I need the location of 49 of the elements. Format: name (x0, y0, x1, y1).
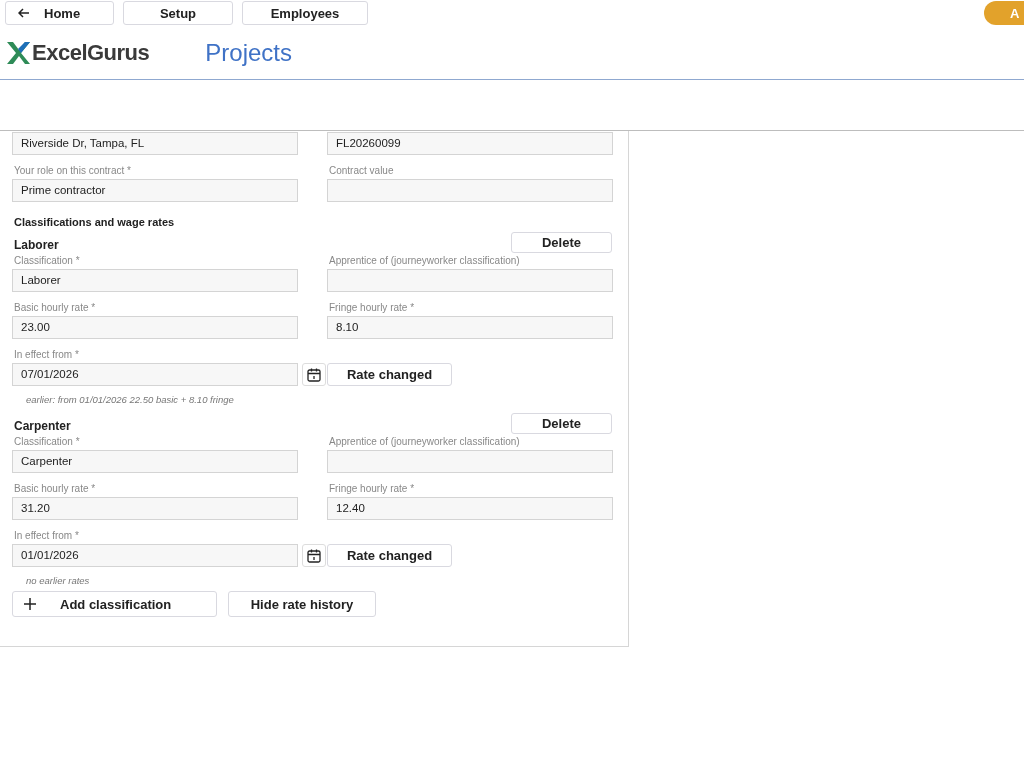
classification-name: Carpenter (14, 419, 71, 433)
input-field[interactable] (327, 269, 613, 292)
brand-name: ExcelGurus (32, 40, 150, 66)
nav-button[interactable]: Home (5, 1, 114, 25)
nav-button[interactable]: Setup (123, 1, 233, 25)
field-label: Classification * (14, 436, 81, 448)
plus-icon (24, 598, 36, 610)
logo-icon (5, 40, 31, 66)
field-label: Contract value (329, 165, 395, 177)
rate-changed-button[interactable]: Rate changed (327, 544, 452, 567)
date-field[interactable]: 01/01/2026 (12, 544, 298, 567)
delete-button[interactable]: Delete (511, 412, 612, 434)
input-field[interactable]: 8.10 (327, 316, 613, 339)
rate-history-note: earlier: from 01/01/2026 22.50 basic + 8.10 fringe (26, 394, 235, 406)
input-field[interactable]: 23.00 (12, 316, 298, 339)
nav-button[interactable]: Employees (242, 1, 368, 25)
input-field[interactable]: 31.20 (12, 497, 298, 520)
hide-history-button[interactable]: Hide rate history (228, 591, 376, 617)
calendar-icon (306, 547, 322, 564)
field-label: Basic hourly rate * (14, 483, 97, 495)
delete-button[interactable]: Delete (511, 231, 612, 253)
add-classification-button[interactable]: Add classification (12, 591, 217, 617)
back-arrow-icon (18, 8, 30, 18)
field-label: Apprentice of (journeyworker classification) (329, 255, 521, 267)
field-label: In effect from * (14, 349, 80, 361)
input-field[interactable] (327, 450, 613, 473)
calendar-icon (306, 366, 322, 383)
input-field[interactable]: FL20260099 (327, 132, 613, 155)
input-field[interactable]: Carpenter (12, 450, 298, 473)
rate-history-note: no earlier rates (26, 575, 91, 587)
input-field[interactable]: Laborer (12, 269, 298, 292)
input-field[interactable]: Prime contractor (12, 179, 298, 202)
input-field[interactable] (327, 179, 613, 202)
field-label: Classification * (14, 255, 81, 267)
field-label: Apprentice of (journeyworker classification) (329, 436, 521, 448)
field-label: Your role on this contract * (14, 165, 132, 177)
field-label: Basic hourly rate * (14, 302, 97, 314)
input-field[interactable]: Riverside Dr, Tampa, FL (12, 132, 298, 155)
input-field[interactable]: 12.40 (327, 497, 613, 520)
classification-name: Laborer (14, 238, 59, 252)
calendar-button[interactable] (302, 363, 326, 386)
date-field[interactable]: 07/01/2026 (12, 363, 298, 386)
section-title: Classifications and wage rates (14, 216, 176, 228)
rate-changed-button[interactable]: Rate changed (327, 363, 452, 386)
field-label: Fringe hourly rate * (329, 483, 416, 495)
calendar-button[interactable] (302, 544, 326, 567)
page-title: Projects (205, 39, 292, 67)
field-label: In effect from * (14, 530, 80, 542)
field-label: Fringe hourly rate * (329, 302, 416, 314)
